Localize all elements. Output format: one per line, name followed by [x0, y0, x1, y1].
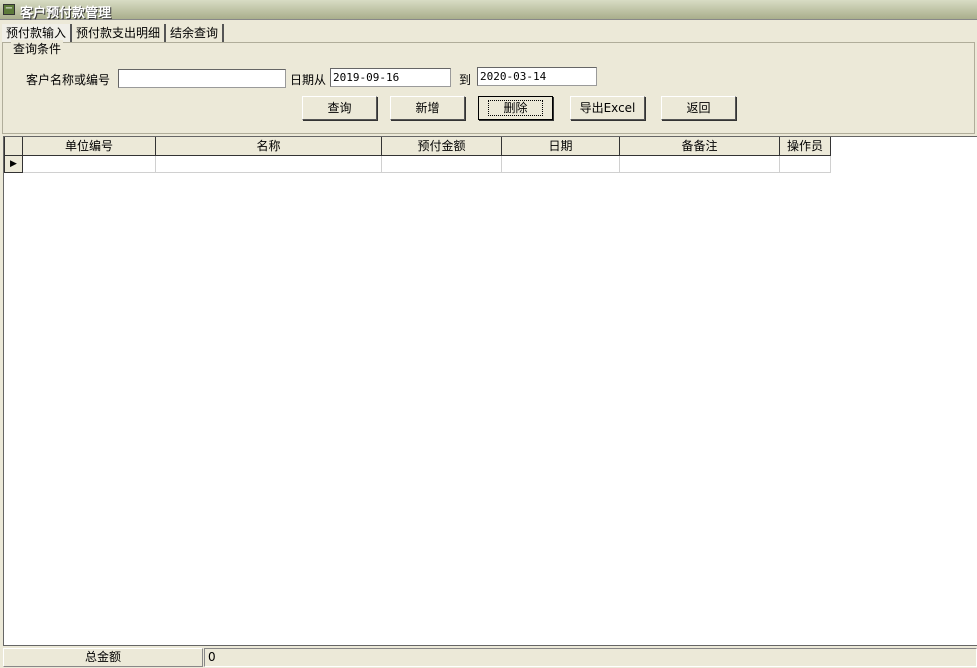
col-operator[interactable]: 操作员 — [780, 137, 831, 155]
tab-prepay-expense[interactable]: 预付款支出明细 — [72, 24, 166, 42]
customer-label: 客户名称或编号 — [26, 71, 110, 88]
customer-input[interactable] — [118, 69, 286, 88]
col-amount[interactable]: 预付金额 — [382, 137, 502, 155]
date-to-label: 到 — [459, 71, 471, 88]
query-button[interactable]: 查询 — [302, 96, 377, 120]
col-remark[interactable]: 备备注 — [620, 137, 780, 155]
row-indicator-header — [5, 137, 23, 155]
tab-balance-query[interactable]: 结余查询 — [166, 24, 224, 42]
data-grid[interactable]: 单位编号 名称 预付金额 日期 备备注 操作员 ▶ — [3, 136, 977, 646]
cell[interactable] — [502, 155, 620, 172]
col-name[interactable]: 名称 — [156, 137, 382, 155]
table-row[interactable]: ▶ — [5, 155, 831, 172]
cell[interactable] — [620, 155, 780, 172]
cell[interactable] — [156, 155, 382, 172]
date-from-label: 日期从 — [290, 71, 326, 88]
delete-button[interactable]: 删除 — [478, 96, 553, 120]
minimize-icon[interactable]: − — [3, 4, 15, 15]
col-unit-code[interactable]: 单位编号 — [23, 137, 156, 155]
total-value: 0 — [204, 648, 977, 667]
cell[interactable] — [780, 155, 831, 172]
query-legend: 查询条件 — [11, 40, 63, 57]
query-panel: 查询条件 — [2, 42, 975, 134]
delete-label: 删除 — [488, 100, 542, 116]
date-to-input[interactable] — [477, 67, 597, 86]
cell[interactable] — [382, 155, 502, 172]
add-button[interactable]: 新增 — [390, 96, 465, 120]
title-bar: − 客户预付款管理 — [0, 0, 977, 20]
current-row-arrow-icon: ▶ — [5, 155, 23, 172]
total-label: 总金额 — [3, 648, 203, 667]
date-from-input[interactable] — [330, 68, 451, 87]
back-button[interactable]: 返回 — [661, 96, 736, 120]
header-row: 单位编号 名称 预付金额 日期 备备注 操作员 — [5, 137, 831, 155]
export-excel-button[interactable]: 导出Excel — [570, 96, 645, 120]
col-date[interactable]: 日期 — [502, 137, 620, 155]
window-title: 客户预付款管理 — [20, 2, 111, 21]
cell[interactable] — [23, 155, 156, 172]
